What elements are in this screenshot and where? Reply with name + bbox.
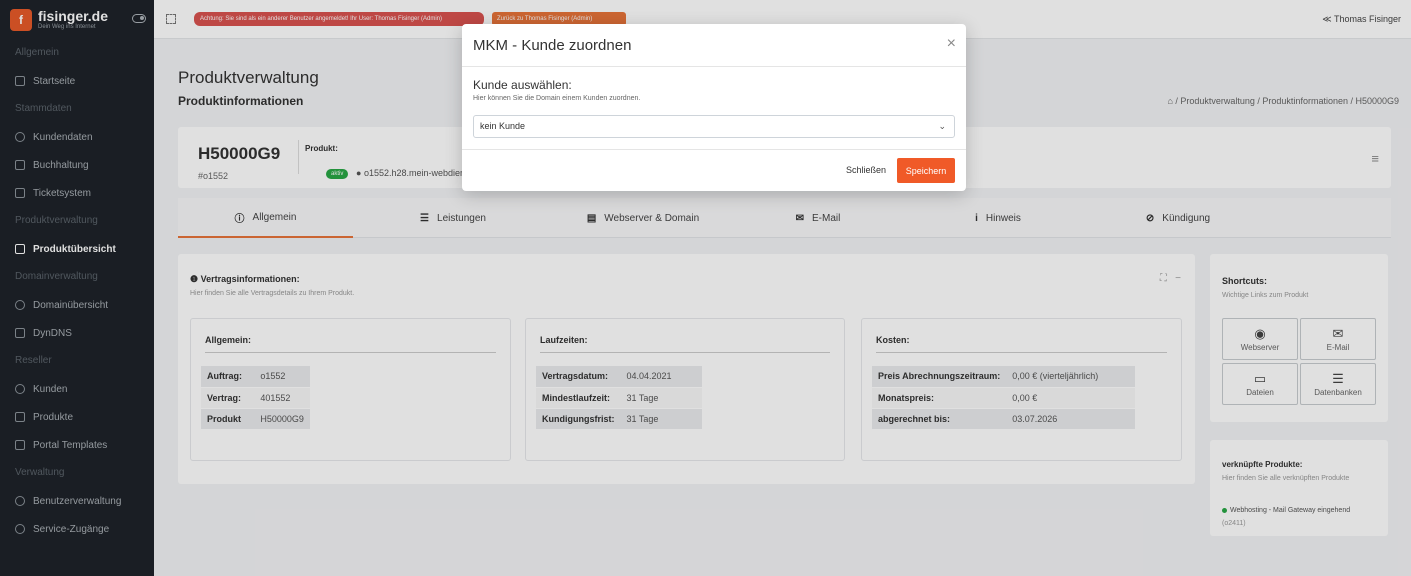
customer-select[interactable]: kein Kunde ⌄ xyxy=(473,115,955,138)
modal-title: MKM - Kunde zuordnen xyxy=(473,37,632,54)
close-icon[interactable]: × xyxy=(947,35,956,53)
save-button[interactable]: Speichern xyxy=(897,158,955,183)
customer-select-help: Hier können Sie die Domain einem Kunden … xyxy=(473,95,641,102)
chevron-down-icon: ⌄ xyxy=(938,121,946,131)
close-button[interactable]: Schließen xyxy=(846,165,886,175)
customer-select-label: Kunde auswählen: xyxy=(473,78,572,92)
assign-customer-modal: MKM - Kunde zuordnen × Kunde auswählen: … xyxy=(462,24,966,191)
